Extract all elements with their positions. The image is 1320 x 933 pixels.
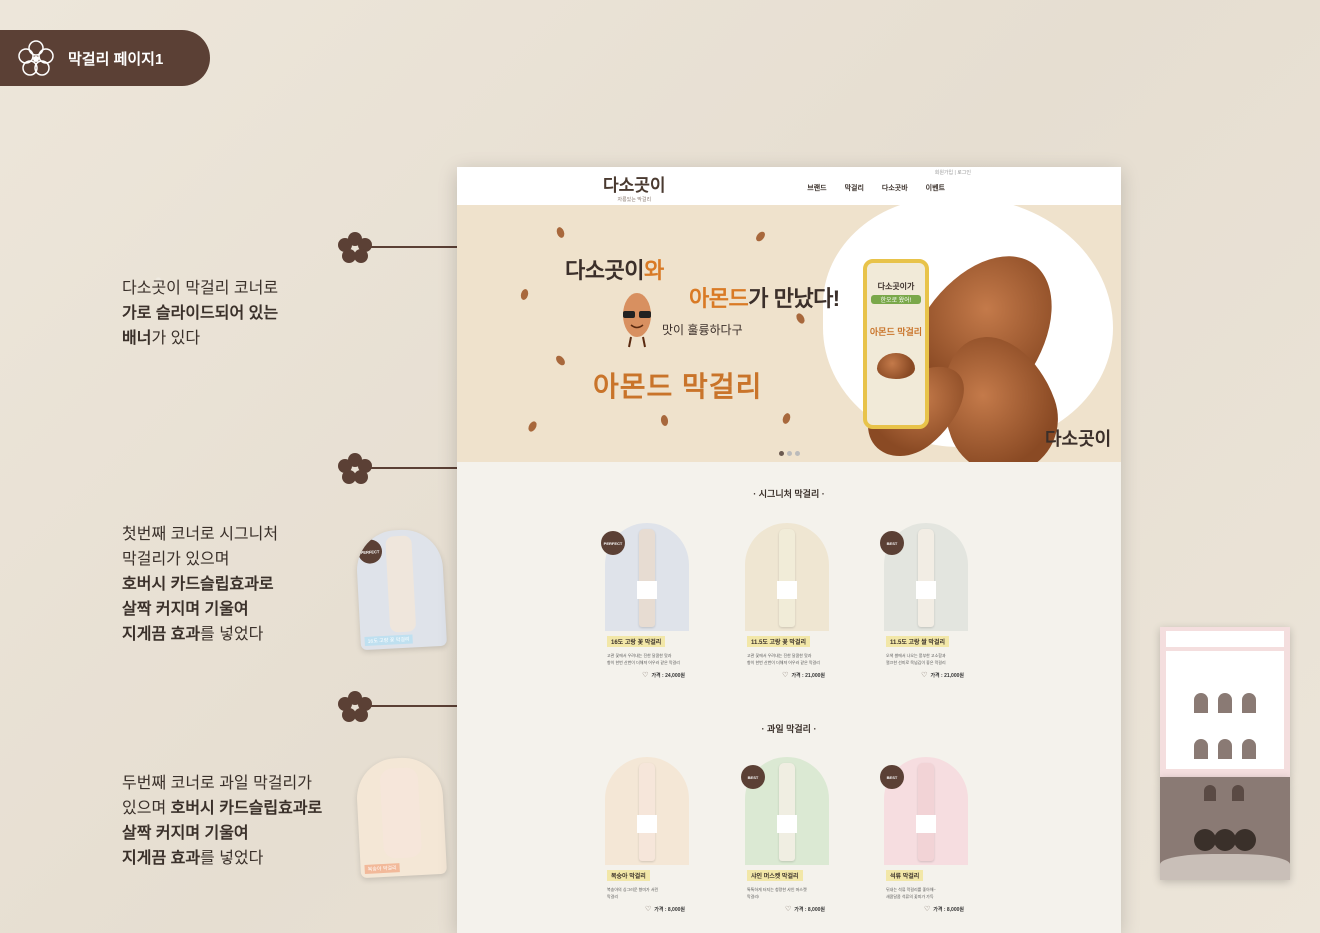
- banner-subtitle: 맛이 훌륭하다구: [662, 323, 743, 337]
- note-banner: 다소곳이 막걸리 코너로 가로 슬라이드되어 있는 배너가 있다: [122, 280, 279, 347]
- slider-dot[interactable]: [795, 451, 800, 456]
- heart-icon[interactable]: ♡: [785, 906, 791, 913]
- main-nav: 브랜드 막걸리 다소곳바 이벤트: [807, 183, 945, 193]
- nav-item-event[interactable]: 이벤트: [926, 183, 945, 193]
- product-price: ♡ 가격 : 8,000원: [784, 906, 825, 913]
- flower-logo-icon: [18, 40, 54, 76]
- bottle-image: [916, 763, 936, 861]
- connector-line: [366, 705, 457, 707]
- product-card[interactable]: 11.5도 고랑 꽃 막걸리고관 꽃에서 우려내는 진한 달콤한 맛과 향이 한번…: [745, 523, 829, 679]
- heart-icon[interactable]: ♡: [924, 906, 930, 913]
- website-mockup: 다소곳이 자릉있는 막걸리 회원가입 | 로그인 브랜드 막걸리 다소곳바 이벤…: [457, 167, 1121, 933]
- product-price: ♡ 가격 : 24,000원: [642, 672, 685, 679]
- site-header: 다소곳이 자릉있는 막걸리 회원가입 | 로그인 브랜드 막걸리 다소곳바 이벤…: [457, 167, 1121, 205]
- mini-page-preview: [1160, 627, 1290, 777]
- brand-signature: 다소곳이: [1045, 429, 1112, 450]
- product-price: ♡ 가격 : 8,000원: [644, 906, 685, 913]
- bottle-image: [637, 529, 657, 627]
- page-title: 막걸리 페이지1: [68, 50, 164, 68]
- product-card[interactable]: BEST 석류 막걸리뒤내는 석류 막걸리를 좋아해~ 새콤달콤 석류의 꽃피가 가…: [880, 757, 968, 913]
- product-tag: BEST: [741, 765, 765, 789]
- site-logo[interactable]: 다소곳이 자릉있는 막걸리: [603, 171, 666, 203]
- hover-card-preview: 복숭아 막걸리: [354, 755, 448, 879]
- product-name: 16도 고랑 꽃 막걸리: [607, 636, 666, 647]
- product-name: 11.5도 고랑 쌀 막걸리: [886, 636, 949, 647]
- slider-dots[interactable]: [779, 451, 800, 456]
- banner-headline-2: 아몬드가 만났다!: [689, 286, 840, 311]
- almond-mascot-icon: [623, 293, 651, 348]
- bottle-image: [637, 763, 657, 861]
- heart-icon[interactable]: ♡: [921, 672, 927, 679]
- note-signature: 첫번째 코너로 시그니처 막걸리가 있으며 호버시 카드슬립효과로 살짝 커지며…: [122, 526, 279, 643]
- section-title-signature: · 시그니처 막걸리 ·: [753, 489, 825, 499]
- bottle-image: [916, 529, 936, 627]
- product-can: 다소곳이가 한오로 왔어! 아몬드 막걸리: [863, 259, 929, 429]
- product-card[interactable]: BEST 샤인 머스켓 막걸리톡톡하게 터지는 청량한 샤인 머스켓 막걸리! ♡ 가격…: [741, 757, 829, 913]
- product-image: [745, 523, 829, 631]
- product-desc: 오색 쌀에서 나오는 풍부한 고소함과 껄끄한 선미로 목넘김이 좋은 막걸리: [886, 653, 946, 665]
- banner-product-name: 아몬드 막걸리: [593, 371, 763, 402]
- connector-line: [366, 246, 457, 248]
- product-card[interactable]: 복숭아 막걸리복숭아의 싱그러운 향미가 서린 막걸리 ♡ 가격 : 8,000원: [605, 757, 689, 913]
- product-name: 11.5도 고랑 꽃 막걸리: [747, 636, 810, 647]
- slider-dot[interactable]: [779, 451, 784, 456]
- product-name: 석류 막걸리: [886, 870, 924, 881]
- note-fruit: 두번째 코너로 과일 막걸리가 있으며 호버시 카드슬립효과로 살짝 커지며 기…: [122, 775, 323, 867]
- product-card[interactable]: PERFECT 16도 고랑 꽃 막걸리고관 꽃에서 우려내는 진한 달콤한 맛과…: [601, 523, 689, 679]
- product-image: BEST: [741, 757, 829, 865]
- hero-banner[interactable]: 다소곳이와 아몬드가 만났다! 맛이 훌륭하다구 아몬드 막걸리 다소곳이가 한…: [457, 205, 1121, 462]
- mini-page-preview: [1160, 777, 1290, 880]
- page-title-pill: 막걸리 페이지1: [0, 30, 210, 86]
- card-name: 복숭아 막걸리: [364, 863, 400, 874]
- product-image: PERFECT: [601, 523, 689, 631]
- connector-line: [366, 467, 457, 469]
- heart-icon[interactable]: ♡: [782, 672, 788, 679]
- product-desc: 복숭아의 싱그러운 향미가 서린 막걸리: [607, 887, 659, 899]
- heart-icon[interactable]: ♡: [642, 672, 648, 679]
- product-tag: PERFECT: [601, 531, 625, 555]
- product-card[interactable]: BEST 11.5도 고랑 쌀 막걸리오색 쌀에서 나오는 풍부한 고소함과 껄끄한…: [880, 523, 968, 679]
- product-name: 샤인 머스켓 막걸리: [747, 870, 803, 881]
- product-desc: 톡톡하게 터지는 청량한 샤인 머스켓 막걸리!: [747, 887, 807, 899]
- banner-headline-1: 다소곳이와: [565, 258, 664, 283]
- nav-item-dasobar[interactable]: 다소곳바: [882, 183, 908, 193]
- slider-dot[interactable]: [787, 451, 792, 456]
- product-desc: 고관 꽃에서 우려내는 진한 달콤한 맛과 향이 한번 산번이 더해져 어우러 같…: [747, 653, 820, 665]
- card-tag: PERFECT: [357, 538, 383, 565]
- section-title-fruit: · 과일 막걸리 ·: [761, 724, 817, 734]
- product-price: ♡ 가격 : 8,000원: [923, 906, 964, 913]
- product-desc: 고관 꽃에서 우려내는 진한 달콤한 맛과 향이 한번 산번이 더해져 어우러 같…: [607, 653, 680, 665]
- util-links[interactable]: 회원가입 | 로그인: [935, 169, 971, 176]
- product-image: BEST: [880, 523, 968, 631]
- card-name: 16도 고랑 꽃 막걸리: [364, 634, 413, 646]
- product-tag: BEST: [880, 765, 904, 789]
- product-price: ♡ 가격 : 21,000원: [921, 672, 964, 679]
- nav-item-brand[interactable]: 브랜드: [807, 183, 826, 193]
- bottle-image: [777, 763, 797, 861]
- hover-card-preview: PERFECT 16도 고랑 꽃 막걸리: [354, 527, 448, 651]
- product-tag: BEST: [880, 531, 904, 555]
- product-price: ♡ 가격 : 21,000원: [782, 672, 825, 679]
- bottle-image: [777, 529, 797, 627]
- product-desc: 뒤내는 석류 막걸리를 좋아해~ 새콤달콤 석류의 꽃피가 가득: [886, 887, 936, 899]
- heart-icon[interactable]: ♡: [645, 906, 651, 913]
- nav-item-makgeolli[interactable]: 막걸리: [845, 183, 864, 193]
- product-image: [605, 757, 689, 865]
- product-name: 복숭아 막걸리: [607, 870, 650, 881]
- product-image: BEST: [880, 757, 968, 865]
